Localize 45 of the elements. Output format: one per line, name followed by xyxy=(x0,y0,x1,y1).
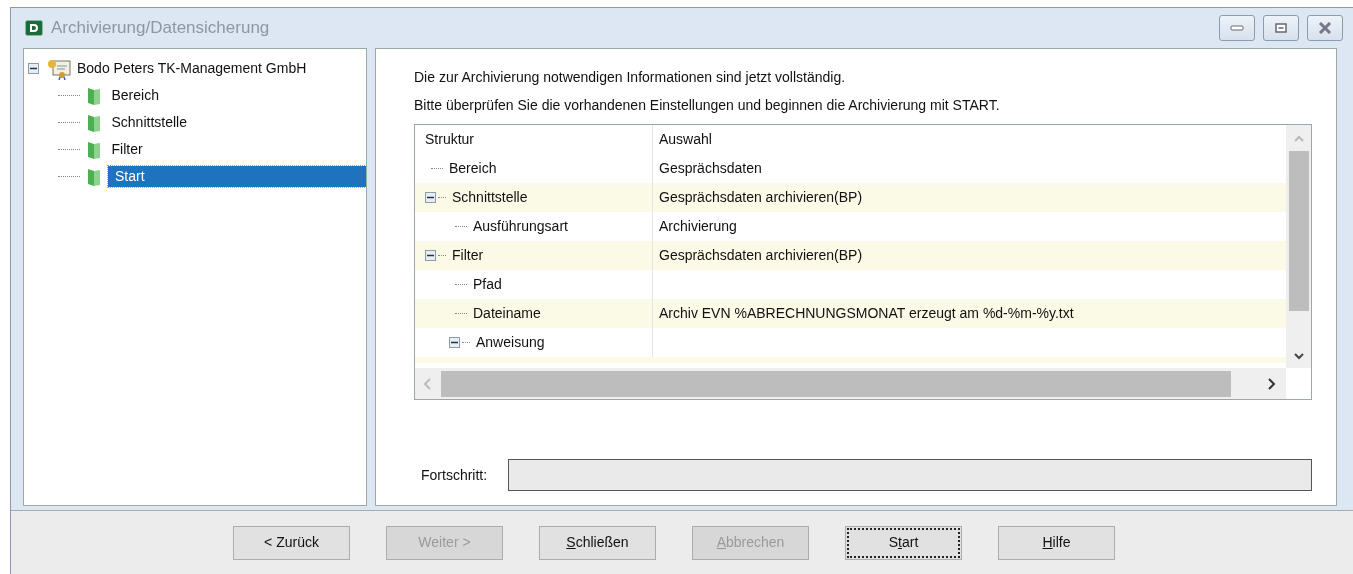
table-cell-text: Archiv EVN %ABRECHNUNGSMONAT erzeugt am %d-%m-%y.txt xyxy=(658,304,1074,323)
folder-icon xyxy=(86,166,102,187)
minimize-button[interactable] xyxy=(1219,15,1255,41)
company-node[interactable]: Bodo Peters TK-Management GmbH xyxy=(77,58,307,79)
close-icon xyxy=(1318,22,1332,34)
tree-label[interactable]: Bereich xyxy=(449,158,497,179)
folder-icon xyxy=(86,139,102,160)
intro-text: Bitte überprüfen Sie die vorhandenen Einstellungen und beginnen die Archivierung mit START. xyxy=(414,96,1001,115)
dialog-button[interactable]: Hilfe xyxy=(998,525,1115,560)
tree-label[interactable]: Schnittstelle xyxy=(452,187,528,208)
certificate-icon xyxy=(47,57,71,80)
dialog-button[interactable]: < Zurück xyxy=(233,525,350,560)
collapse-icon[interactable] xyxy=(449,337,460,348)
maximize-button[interactable] xyxy=(1263,15,1299,41)
app-icon xyxy=(25,20,43,36)
column-header: Auswahl xyxy=(658,130,712,149)
minimize-icon xyxy=(1230,25,1244,31)
tree-label[interactable]: Dateiname xyxy=(473,303,541,324)
tree-label[interactable]: Anweisung xyxy=(476,332,545,353)
step-item[interactable]: Schnittstelle xyxy=(108,112,191,133)
table-cell-text: Gesprächsdaten archivieren(BP) xyxy=(658,246,863,265)
horizontal-scrollbar[interactable] xyxy=(415,368,1286,399)
step-item[interactable]: Filter xyxy=(108,139,147,160)
progress-label: Fortschritt: xyxy=(421,465,488,485)
close-button[interactable] xyxy=(1307,15,1343,41)
tree-label[interactable]: Ausführungsart xyxy=(473,216,568,237)
tree-label[interactable]: Pfad xyxy=(473,274,502,295)
folder-icon xyxy=(86,112,102,133)
dialog-button[interactable]: Start xyxy=(845,525,962,560)
table-cell-text: Gesprächsdaten xyxy=(658,159,762,178)
step-item[interactable]: Bereich xyxy=(108,85,163,106)
maximize-icon xyxy=(1275,23,1287,33)
collapse-icon[interactable] xyxy=(425,192,436,203)
folder-icon xyxy=(86,85,102,106)
intro-text: Die zur Archivierung notwendigen Informationen sind jetzt vollständig. xyxy=(414,68,847,87)
window-title: Archivierung/Datensicherung xyxy=(51,17,271,40)
step-item[interactable]: Start xyxy=(108,166,366,187)
vertical-scrollbar[interactable] xyxy=(1286,125,1311,368)
column-header: Struktur xyxy=(425,130,474,149)
dialog-button[interactable]: Schließen xyxy=(539,525,656,560)
table-cell-text: Archivierung xyxy=(658,217,737,236)
collapse-icon[interactable] xyxy=(28,63,39,74)
table-cell-text: Gesprächsdaten archivieren(BP) xyxy=(658,188,863,207)
collapse-icon[interactable] xyxy=(425,250,436,261)
tree-label[interactable]: Filter xyxy=(452,245,484,266)
